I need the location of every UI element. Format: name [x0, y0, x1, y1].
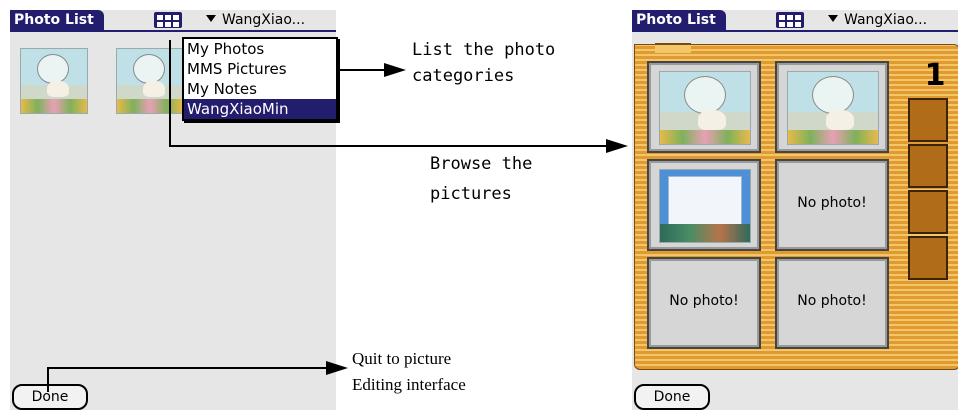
menu-item-my-notes[interactable]: My Notes: [184, 79, 336, 99]
photo-cell-3[interactable]: [647, 159, 761, 251]
left-photo-thumbnail-1[interactable]: [20, 48, 88, 114]
left-done-button[interactable]: Done: [12, 384, 88, 410]
annotation-quit-line2: Editing interface: [352, 375, 466, 394]
arrowhead-categories: [384, 63, 406, 77]
right-grid-view-icon[interactable]: [776, 12, 804, 28]
annotation-quit-line1: Quit to picture: [352, 349, 452, 368]
menu-item-my-photos[interactable]: My Photos: [184, 39, 336, 59]
annotation-browse-line1: Browse the: [430, 154, 533, 174]
frame-top-tab: [655, 43, 691, 53]
left-category-selector[interactable]: WangXiao...: [206, 11, 305, 29]
annotation-browse-line2: pictures: [430, 184, 512, 204]
left-category-label: WangXiao...: [222, 12, 306, 28]
photo-cell-5[interactable]: No photo!: [647, 257, 761, 349]
arrowhead-browse: [606, 139, 628, 153]
page-tab-5[interactable]: [908, 236, 948, 280]
left-palm-screen: Photo List WangXiao... My Photos MMS Pic…: [10, 10, 338, 410]
page-tab-2[interactable]: [908, 98, 948, 142]
left-photo-thumbnail-2[interactable]: [116, 48, 184, 114]
no-photo-label: No photo!: [797, 293, 867, 309]
photo-image-2: [787, 71, 879, 145]
left-title: Photo List: [10, 10, 104, 30]
photo-cell-6[interactable]: No photo!: [775, 257, 889, 349]
annotation-list-categories-line1: List the photo: [412, 40, 556, 60]
page-tab-3[interactable]: [908, 144, 948, 188]
right-done-button[interactable]: Done: [634, 384, 710, 410]
no-photo-label: No photo!: [669, 293, 739, 309]
left-title-rule: [10, 30, 336, 32]
photo-cell-4[interactable]: No photo!: [775, 159, 889, 251]
right-category-selector[interactable]: WangXiao...: [828, 11, 927, 29]
no-photo-label: No photo!: [797, 195, 867, 211]
left-grid-view-icon[interactable]: [154, 12, 182, 28]
dropdown-triangle-icon: [828, 15, 838, 22]
menu-item-wangxiaomin[interactable]: WangXiaoMin: [184, 99, 336, 119]
photo-cell-2[interactable]: [775, 61, 889, 153]
page-tab-4[interactable]: [908, 190, 948, 234]
right-category-label: WangXiao...: [844, 12, 928, 28]
photo-image-1: [659, 71, 751, 145]
photo-cell-1[interactable]: [647, 61, 761, 153]
photo-image-3: [659, 169, 751, 243]
annotation-list-categories-line2: categories: [412, 66, 515, 86]
dropdown-triangle-icon: [206, 15, 216, 22]
left-titlebar: Photo List WangXiao...: [10, 10, 336, 32]
right-titlebar: Photo List WangXiao...: [632, 10, 958, 32]
right-title-rule: [632, 30, 958, 32]
category-dropdown-menu: My Photos MMS Pictures My Notes WangXiao…: [182, 37, 338, 121]
right-palm-screen: Photo List WangXiao... No photo! No phot…: [632, 10, 958, 410]
right-title: Photo List: [632, 10, 726, 30]
menu-item-mms-pictures[interactable]: MMS Pictures: [184, 59, 336, 79]
page-number: 1: [924, 58, 946, 93]
